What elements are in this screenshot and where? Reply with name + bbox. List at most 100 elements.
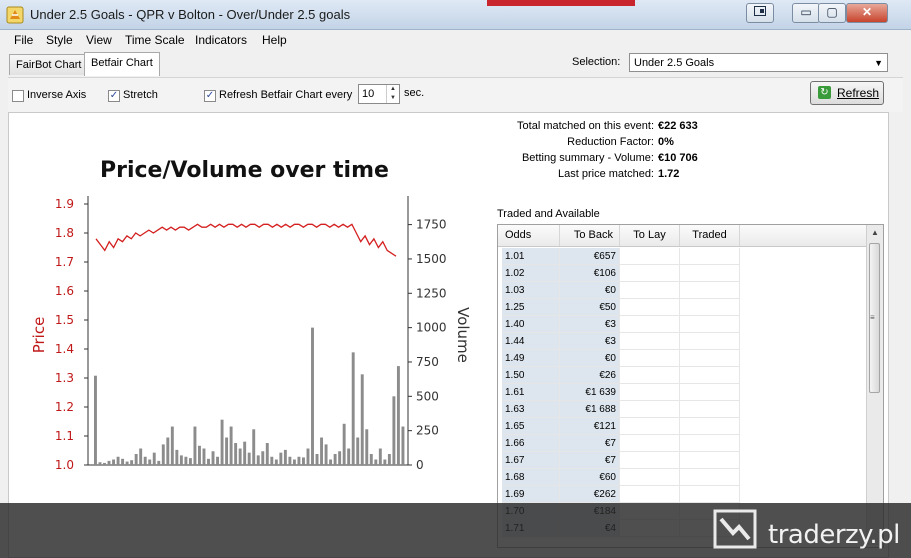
cell-odds[interactable]: 1.25 xyxy=(502,299,560,316)
cell-traded[interactable] xyxy=(680,452,740,469)
table-row[interactable]: 1.68 €60 xyxy=(498,469,866,486)
cell-odds[interactable]: 1.03 xyxy=(502,282,560,299)
menu-view[interactable]: View xyxy=(86,33,112,47)
cell-traded[interactable] xyxy=(680,350,740,367)
stepper-arrows-icon[interactable]: ▲ ▼ xyxy=(386,85,399,103)
selection-dropdown[interactable]: Under 2.5 Goals ▼ xyxy=(629,53,888,72)
cell-traded[interactable] xyxy=(680,248,740,265)
cell-odds[interactable]: 1.61 xyxy=(502,384,560,401)
cell-back[interactable]: €1 639 xyxy=(560,384,620,401)
close-button[interactable]: ✕ xyxy=(846,3,888,23)
cell-traded[interactable] xyxy=(680,333,740,350)
cell-odds[interactable]: 1.49 xyxy=(502,350,560,367)
table-row[interactable]: 1.44 €3 xyxy=(498,333,866,350)
refresh-button[interactable]: ↻ Refresh xyxy=(810,81,884,105)
menu-style[interactable]: Style xyxy=(46,33,73,47)
cell-traded[interactable] xyxy=(680,435,740,452)
tab-betfair-chart[interactable]: Betfair Chart xyxy=(84,52,160,76)
cell-back[interactable]: €3 xyxy=(560,333,620,350)
cell-traded[interactable] xyxy=(680,367,740,384)
cell-odds[interactable]: 1.44 xyxy=(502,333,560,350)
table-row[interactable]: 1.40 €3 xyxy=(498,316,866,333)
cell-back[interactable]: €106 xyxy=(560,265,620,282)
column-header-to-back[interactable]: To Back xyxy=(560,225,620,246)
cell-odds[interactable]: 1.65 xyxy=(502,418,560,435)
column-header-traded[interactable]: Traded xyxy=(680,225,740,246)
cell-back[interactable]: €60 xyxy=(560,469,620,486)
cell-back[interactable]: €26 xyxy=(560,367,620,384)
column-header-to-lay[interactable]: To Lay xyxy=(620,225,680,246)
cell-lay[interactable] xyxy=(620,435,680,452)
refresh-every-checkbox[interactable]: ✓ xyxy=(204,90,216,102)
cell-lay[interactable] xyxy=(620,316,680,333)
cell-back[interactable]: €7 xyxy=(560,452,620,469)
tab-fairbot-chart[interactable]: FairBot Chart xyxy=(9,54,89,75)
table-row[interactable]: 1.49 €0 xyxy=(498,350,866,367)
stretch-checkbox[interactable]: ✓ xyxy=(108,90,120,102)
cell-odds[interactable]: 1.40 xyxy=(502,316,560,333)
cell-lay[interactable] xyxy=(620,418,680,435)
menu-file[interactable]: File xyxy=(14,33,33,47)
cell-traded[interactable] xyxy=(680,384,740,401)
cell-lay[interactable] xyxy=(620,333,680,350)
cell-traded[interactable] xyxy=(680,469,740,486)
cell-lay[interactable] xyxy=(620,401,680,418)
table-row[interactable]: 1.63 €1 688 xyxy=(498,401,866,418)
odds-grid[interactable]: Odds To Back To Lay Traded 1.01 €657 1.02 €… xyxy=(497,224,884,548)
cell-lay[interactable] xyxy=(620,248,680,265)
snap-button[interactable] xyxy=(746,3,774,23)
inverse-axis-checkbox[interactable] xyxy=(12,90,24,102)
table-row[interactable]: 1.03 €0 xyxy=(498,282,866,299)
table-row[interactable]: 1.25 €50 xyxy=(498,299,866,316)
cell-lay[interactable] xyxy=(620,299,680,316)
scroll-up-icon[interactable]: ▲ xyxy=(871,228,879,237)
cell-traded[interactable] xyxy=(680,418,740,435)
cell-odds[interactable]: 1.66 xyxy=(502,435,560,452)
cell-lay[interactable] xyxy=(620,469,680,486)
table-row[interactable]: 1.61 €1 639 xyxy=(498,384,866,401)
cell-odds[interactable]: 1.50 xyxy=(502,367,560,384)
restore-button[interactable]: ▢ xyxy=(818,3,846,23)
menu-help[interactable]: Help xyxy=(262,33,287,47)
minimize-button[interactable]: ▭ xyxy=(792,3,820,23)
menu-indicators[interactable]: Indicators xyxy=(195,33,247,47)
cell-odds[interactable]: 1.68 xyxy=(502,469,560,486)
cell-lay[interactable] xyxy=(620,367,680,384)
cell-odds[interactable]: 1.67 xyxy=(502,452,560,469)
table-row[interactable]: 1.02 €106 xyxy=(498,265,866,282)
cell-back[interactable]: €1 688 xyxy=(560,401,620,418)
cell-traded[interactable] xyxy=(680,486,740,503)
table-row[interactable]: 1.65 €121 xyxy=(498,418,866,435)
cell-traded[interactable] xyxy=(680,265,740,282)
cell-back[interactable]: €262 xyxy=(560,486,620,503)
cell-lay[interactable] xyxy=(620,282,680,299)
table-row[interactable]: 1.69 €262 xyxy=(498,486,866,503)
table-row[interactable]: 1.01 €657 xyxy=(498,248,866,265)
cell-lay[interactable] xyxy=(620,486,680,503)
menu-time-scale[interactable]: Time Scale xyxy=(125,33,185,47)
cell-back[interactable]: €657 xyxy=(560,248,620,265)
cell-traded[interactable] xyxy=(680,401,740,418)
column-header-odds[interactable]: Odds xyxy=(498,225,560,246)
cell-odds[interactable]: 1.63 xyxy=(502,401,560,418)
table-row[interactable]: 1.67 €7 xyxy=(498,452,866,469)
cell-back[interactable]: €0 xyxy=(560,350,620,367)
cell-lay[interactable] xyxy=(620,384,680,401)
cell-lay[interactable] xyxy=(620,265,680,282)
grid-scrollbar[interactable]: ▲ ≡ xyxy=(866,225,883,545)
table-row[interactable]: 1.50 €26 xyxy=(498,367,866,384)
cell-lay[interactable] xyxy=(620,350,680,367)
cell-back[interactable]: €3 xyxy=(560,316,620,333)
refresh-interval-stepper[interactable]: 10 ▲ ▼ xyxy=(358,84,400,104)
cell-back[interactable]: €0 xyxy=(560,282,620,299)
cell-odds[interactable]: 1.02 xyxy=(502,265,560,282)
cell-lay[interactable] xyxy=(620,452,680,469)
cell-odds[interactable]: 1.01 xyxy=(502,248,560,265)
cell-traded[interactable] xyxy=(680,316,740,333)
cell-back[interactable]: €50 xyxy=(560,299,620,316)
cell-traded[interactable] xyxy=(680,282,740,299)
cell-back[interactable]: €7 xyxy=(560,435,620,452)
cell-traded[interactable] xyxy=(680,299,740,316)
table-row[interactable]: 1.66 €7 xyxy=(498,435,866,452)
cell-back[interactable]: €121 xyxy=(560,418,620,435)
